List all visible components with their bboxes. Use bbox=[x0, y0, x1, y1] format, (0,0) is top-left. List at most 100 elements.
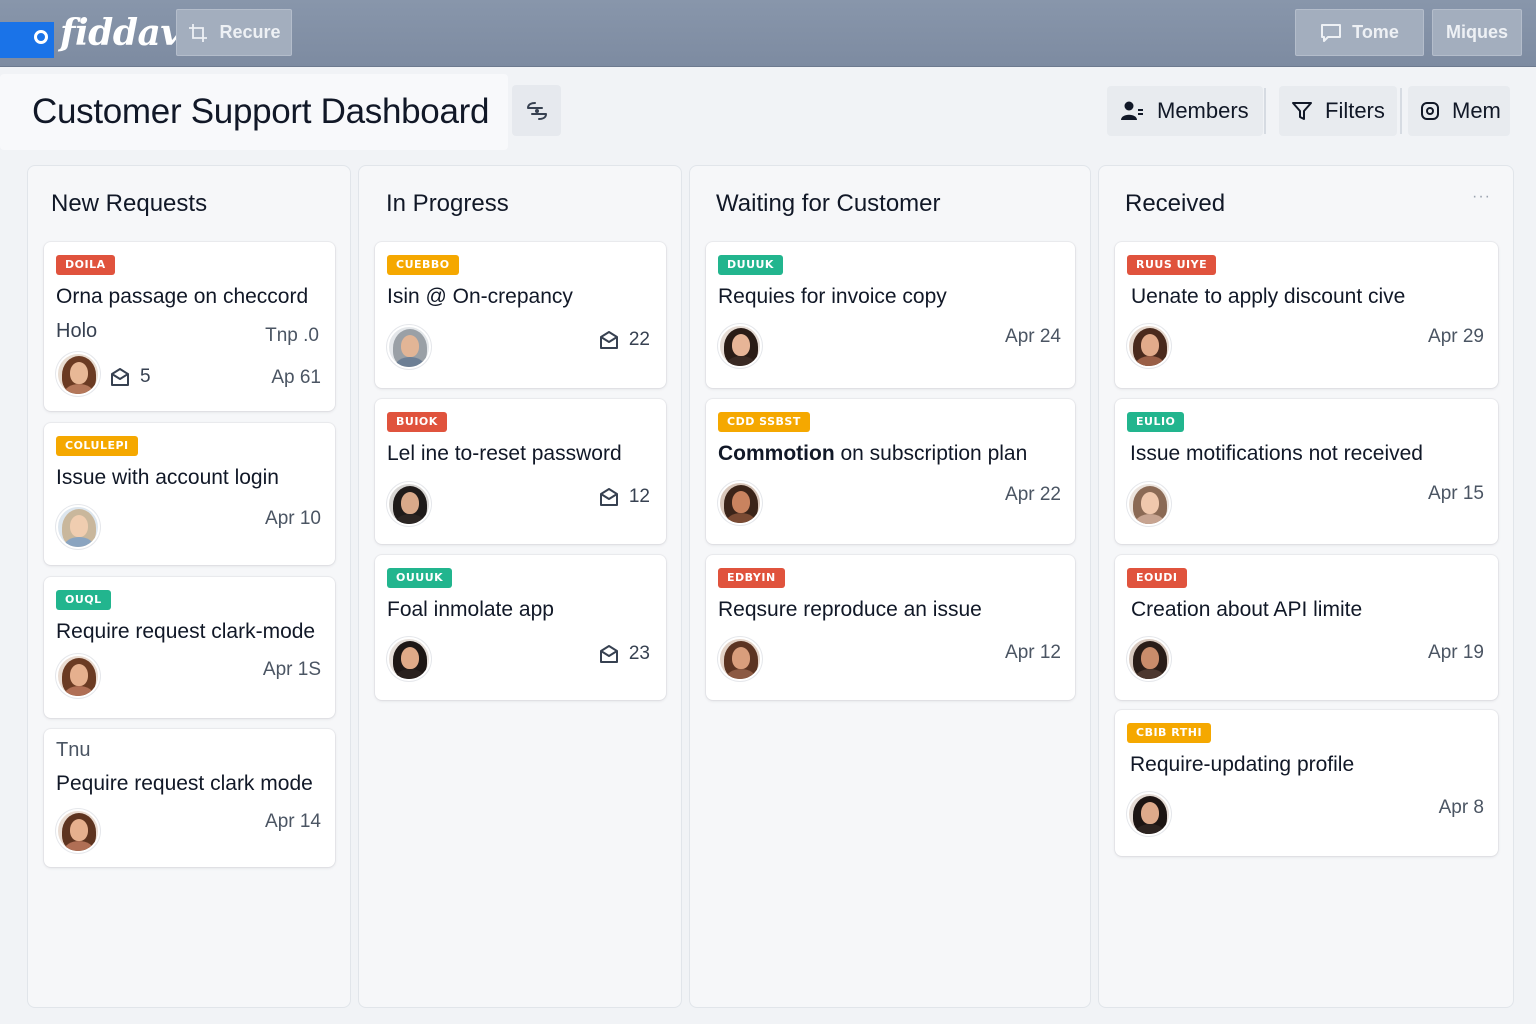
avatar bbox=[56, 505, 100, 549]
board-title: Customer Support Dashboard bbox=[32, 92, 490, 131]
ticket-date: Apr 29 bbox=[1428, 326, 1484, 347]
ticket-card[interactable]: Tnu Pequire request clark mode Apr 14 bbox=[44, 729, 335, 867]
attachment-count: 23 bbox=[599, 643, 650, 665]
ticket-date: Apr 22 bbox=[1005, 484, 1061, 505]
ticket-date: Apr 8 bbox=[1438, 797, 1484, 818]
avatar bbox=[387, 482, 431, 526]
ticket-card[interactable]: COLULEPI Issue with account login Apr 10 bbox=[44, 423, 335, 565]
ticket-title: Issue motifications not received bbox=[1130, 442, 1423, 465]
ticket-title-bold: Commotion bbox=[718, 442, 835, 465]
avatar bbox=[1127, 482, 1171, 526]
ticket-tag: Tnu bbox=[56, 739, 91, 761]
ticket-title: Reqsure reproduce an issue bbox=[718, 598, 982, 621]
column-new-requests: New Requests DOILA Orna passage on checc… bbox=[27, 165, 351, 1008]
ticket-card[interactable]: DOILA Orna passage on checcord Holo Tnp … bbox=[44, 242, 335, 411]
ticket-tag: OUUUK bbox=[387, 568, 453, 588]
ticket-title: Isin @ On-crepancy bbox=[387, 285, 573, 308]
members-icon bbox=[1121, 101, 1143, 120]
column-title: Received bbox=[1125, 190, 1226, 217]
inbox-icon bbox=[111, 368, 129, 386]
ticket-tag: OUQL bbox=[56, 590, 111, 610]
inbox-icon bbox=[599, 331, 618, 349]
circle-settings-icon bbox=[1421, 102, 1439, 120]
miques-button[interactable]: Miques bbox=[1432, 9, 1522, 56]
board-options-button[interactable] bbox=[512, 85, 561, 136]
ticket-tag: EDBYIN bbox=[718, 568, 785, 588]
ticket-date: Apr 19 bbox=[1428, 642, 1484, 663]
filters-button[interactable]: Filters bbox=[1279, 86, 1397, 136]
avatar bbox=[387, 637, 431, 681]
mem-button-label: Mem bbox=[1452, 98, 1501, 123]
app-logo-text[interactable]: fiddav bbox=[60, 12, 181, 54]
ticket-card[interactable]: CBIB RTHI Require-updating profile Apr 8 bbox=[1115, 710, 1498, 856]
ticket-tag: CUEBBO bbox=[387, 255, 459, 275]
attachment-count: 22 bbox=[599, 329, 650, 351]
ticket-title: Orna passage on checcord bbox=[56, 285, 309, 308]
ticket-title: Uenate to apply discount cive bbox=[1131, 285, 1406, 308]
attachment-count: 5 bbox=[110, 366, 151, 388]
ticket-card[interactable]: OUUUK Foal inmolate app 23 bbox=[375, 555, 666, 700]
ticket-card[interactable]: BUIOK Lel ine to-reset password 12 bbox=[375, 399, 666, 544]
ticket-title: Requies for invoice copy bbox=[718, 285, 947, 308]
logo-icon bbox=[34, 30, 48, 44]
filter-icon bbox=[1292, 102, 1312, 120]
tome-button[interactable]: Tome bbox=[1295, 9, 1424, 56]
avatar bbox=[1127, 637, 1171, 681]
frame-icon bbox=[189, 23, 208, 42]
column-received: Received ··· RUUS UIYE Uenate to apply d… bbox=[1098, 165, 1514, 1008]
ticket-card[interactable]: EOUDI Creation about API limite Apr 19 bbox=[1115, 555, 1498, 700]
ticket-title-rest: on subscription plan bbox=[834, 442, 1028, 465]
avatar bbox=[1127, 324, 1171, 368]
ticket-tag: COLULEPI bbox=[56, 436, 138, 456]
avatar bbox=[718, 637, 762, 681]
header-divider bbox=[1400, 88, 1402, 134]
ticket-card[interactable]: CUEBBO Isin @ On-crepancy 22 bbox=[375, 242, 666, 388]
ticket-card[interactable]: EDBYIN Reqsure reproduce an issue Apr 12 bbox=[706, 555, 1075, 700]
ticket-title: Pequire request clark mode bbox=[56, 772, 313, 795]
avatar bbox=[1127, 792, 1171, 836]
attachment-count-value: 12 bbox=[628, 486, 650, 507]
ticket-date: Ap 61 bbox=[271, 367, 321, 388]
column-title: New Requests bbox=[51, 190, 208, 217]
ticket-date: Apr 24 bbox=[1005, 326, 1061, 347]
ticket-title: Lel ine to-reset password bbox=[387, 442, 622, 465]
ticket-card[interactable]: CDD SSBST Commotion on subscription plan… bbox=[706, 399, 1075, 544]
ticket-title: Commotion on subscription plan bbox=[718, 442, 1065, 466]
ticket-tag: DOILA bbox=[56, 255, 115, 275]
ticket-title: Creation about API limite bbox=[1131, 598, 1363, 621]
ticket-tag: EULIO bbox=[1127, 412, 1185, 432]
ticket-title: Issue with account login bbox=[56, 466, 279, 489]
miques-button-label: Miques bbox=[1445, 22, 1508, 42]
tome-button-label: Tome bbox=[1352, 22, 1399, 42]
avatar bbox=[718, 324, 762, 368]
ticket-date: Apr 1S bbox=[262, 659, 321, 680]
avatar bbox=[56, 352, 100, 396]
avatar bbox=[56, 809, 100, 853]
column-title: Waiting for Customer bbox=[716, 190, 941, 217]
recure-button-label: Recure bbox=[219, 22, 281, 42]
mem-button[interactable]: Mem bbox=[1408, 86, 1510, 136]
ticket-title: Foal inmolate app bbox=[387, 598, 554, 621]
ticket-date: Apr 10 bbox=[265, 508, 321, 529]
ticket-card[interactable]: OUQL Require request clark-mode Apr 1S bbox=[44, 577, 335, 718]
members-button-label: Members bbox=[1157, 98, 1249, 123]
ticket-date: Apr 14 bbox=[265, 811, 321, 832]
column-more-icon[interactable]: ··· bbox=[1472, 188, 1491, 206]
filters-button-label: Filters bbox=[1325, 98, 1385, 123]
ticket-aux-text: Tnp .0 bbox=[265, 325, 319, 346]
ticket-title: Require-updating profile bbox=[1130, 753, 1355, 776]
members-button[interactable]: Members bbox=[1107, 86, 1263, 136]
ticket-card[interactable]: DUUUK Requies for invoice copy Apr 24 bbox=[706, 242, 1075, 388]
avatar bbox=[56, 654, 100, 698]
column-title: In Progress bbox=[386, 190, 509, 217]
attachment-count-value: 23 bbox=[628, 643, 650, 664]
ticket-card[interactable]: EULIO Issue motifications not received A… bbox=[1115, 399, 1498, 544]
chat-icon bbox=[1321, 23, 1342, 42]
ticket-card[interactable]: RUUS UIYE Uenate to apply discount cive … bbox=[1115, 242, 1498, 388]
top-navigation-bar: fiddav Recure Tome Miques bbox=[0, 0, 1536, 67]
ticket-date: Apr 12 bbox=[1005, 642, 1061, 663]
ticket-tag: BUIOK bbox=[387, 412, 447, 432]
recure-button[interactable]: Recure bbox=[176, 9, 292, 56]
ticket-title: Require request clark-mode bbox=[56, 620, 316, 643]
ticket-tag: CDD SSBST bbox=[718, 412, 810, 432]
